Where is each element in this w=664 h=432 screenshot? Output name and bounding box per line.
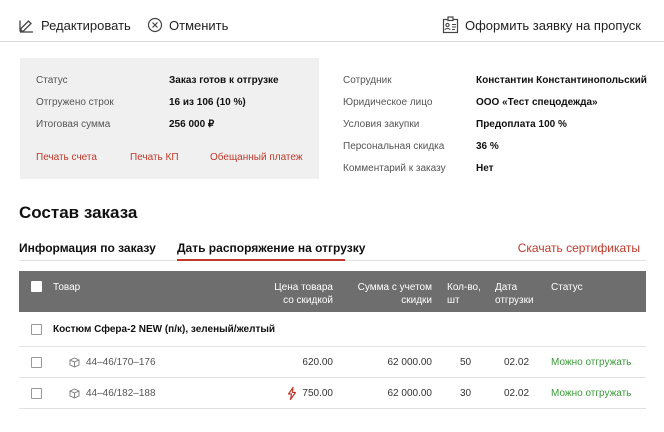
promised-payment-link[interactable]: Обещанный платеж [210, 152, 303, 163]
product-group-row[interactable]: Костюм Сфера-2 NEW (п/к), зеленый/желтый [19, 312, 646, 347]
row-qty: 30 [460, 388, 472, 399]
shipped-label: Отгружено строк [36, 97, 114, 108]
row-date: 02.02 [504, 357, 530, 368]
tab-shipment-order[interactable]: Дать распоряжение на отгрузку [177, 241, 365, 255]
row-price: 750.00 [302, 388, 333, 399]
row-qty: 50 [460, 357, 472, 368]
id-card-icon [442, 16, 459, 34]
print-offer-link[interactable]: Печать КП [130, 152, 179, 163]
row-size: 44–46/170–176 [86, 357, 156, 368]
status-value: Заказ готов к отгрузке [169, 75, 279, 86]
row-price: 620.00 [302, 357, 333, 368]
select-all-checkbox[interactable] [31, 281, 42, 292]
section-title: Состав заказа [19, 203, 138, 222]
employee-value: Константин Константинопольский [476, 75, 647, 86]
row-sum: 62 000.00 [387, 357, 433, 368]
permit-request-button[interactable]: Оформить заявку на пропуск [442, 15, 641, 35]
cancel-button[interactable]: Отменить [147, 15, 228, 35]
download-certificates-link[interactable]: Скачать сертификаты [518, 241, 640, 255]
terms-value: Предоплата 100 % [476, 119, 567, 130]
header-price: Цена товара со скидкой [274, 282, 333, 306]
permit-label: Оформить заявку на пропуск [465, 17, 641, 33]
entity-value: ООО «Тест спецодежда» [476, 97, 598, 108]
header-sum: Сумма с учетом скидки [357, 282, 432, 306]
active-tab-indicator [177, 259, 345, 261]
order-summary-panel: Статус Заказ готов к отгрузке Отгружено … [20, 58, 319, 179]
row-sum: 62 000.00 [387, 388, 433, 399]
row-date: 02.02 [504, 388, 530, 399]
entity-label: Юридическое лицо [343, 97, 433, 108]
table-row[interactable]: 44–46/182–188 750.00 62 000.00 30 02.02 … [19, 378, 646, 409]
terms-label: Условия закупки [343, 119, 420, 130]
header-product: Товар [53, 282, 81, 293]
row-status: Можно отгружать [551, 388, 632, 399]
tab-order-info[interactable]: Информация по заказу [19, 241, 156, 255]
header-date: Дата отгрузки [495, 282, 534, 306]
table-row[interactable]: 44–46/170–176 620.00 62 000.00 50 02.02 … [19, 347, 646, 378]
total-value: 256 000 ₽ [169, 119, 215, 130]
header-status: Статус [551, 282, 583, 293]
discount-value: 36 % [476, 141, 499, 152]
status-label: Статус [36, 75, 68, 86]
pencil-icon [19, 19, 33, 33]
edit-label: Редактировать [41, 17, 131, 33]
row-size: 44–46/182–188 [86, 388, 156, 399]
total-label: Итоговая сумма [36, 119, 111, 130]
toolbar: Редактировать Отменить Оформить заявку н… [0, 0, 664, 42]
table-header: Товар Цена товара со скидкой Сумма с уче… [19, 271, 646, 312]
group-checkbox[interactable] [31, 324, 42, 335]
comment-value: Нет [476, 163, 494, 174]
box-icon [69, 357, 80, 368]
row-checkbox[interactable] [31, 388, 42, 399]
shipped-value: 16 из 106 (10 %) [169, 97, 246, 108]
box-icon [69, 388, 80, 399]
edit-button[interactable]: Редактировать [18, 15, 131, 35]
group-name: Костюм Сфера-2 NEW (п/к), зеленый/желтый [53, 324, 276, 335]
lightning-icon [287, 387, 297, 400]
row-checkbox[interactable] [31, 357, 42, 368]
close-circle-icon [147, 17, 163, 33]
discount-label: Персональная скидка [343, 141, 445, 152]
row-status: Можно отгружать [551, 357, 632, 368]
print-invoice-link[interactable]: Печать счета [36, 152, 97, 163]
comment-label: Комментарий к заказу [343, 163, 446, 174]
employee-label: Сотрудник [343, 75, 392, 86]
cancel-label: Отменить [169, 17, 229, 33]
header-qty: Кол-во, шт [447, 282, 481, 306]
